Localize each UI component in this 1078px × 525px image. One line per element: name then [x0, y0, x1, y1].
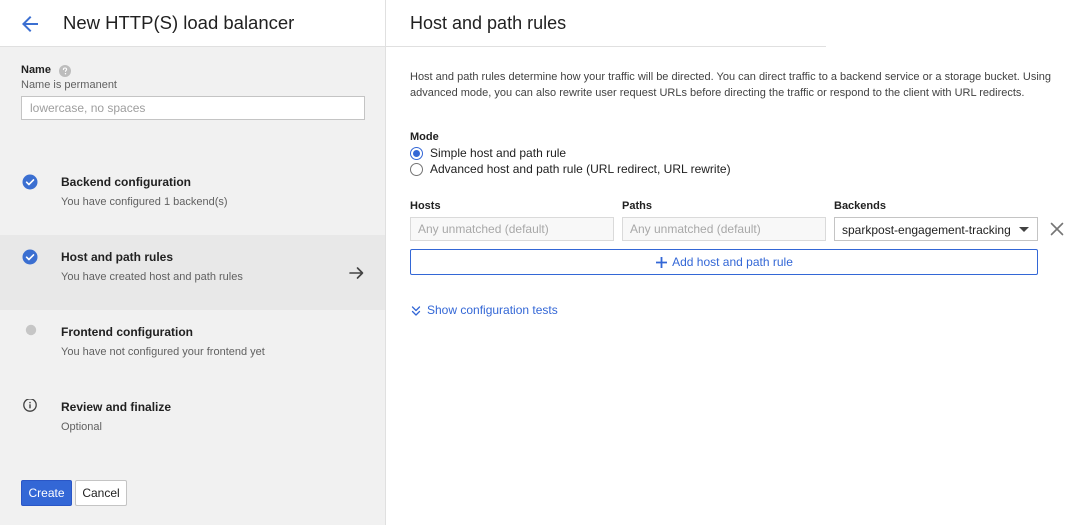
paths-input[interactable] — [622, 217, 826, 241]
hosts-label: Hosts — [410, 200, 441, 212]
step-subtitle: Optional — [61, 421, 102, 433]
pending-dot-icon — [22, 324, 38, 340]
add-rule-label: Add host and path rule — [672, 255, 793, 269]
close-icon[interactable] — [1049, 221, 1065, 237]
step-title: Backend configuration — [61, 175, 192, 189]
back-arrow-icon[interactable] — [18, 12, 42, 36]
step-subtitle: You have not configured your frontend ye… — [61, 346, 265, 358]
header-divider — [386, 46, 826, 47]
help-icon[interactable] — [58, 64, 71, 77]
step-backend-configuration[interactable]: Backend configuration You have configure… — [0, 160, 385, 235]
plus-icon — [655, 256, 668, 269]
step-title: Review and finalize — [61, 400, 172, 414]
show-configuration-tests-link[interactable]: Show configuration tests — [410, 303, 558, 317]
arrow-right-icon — [347, 263, 367, 283]
step-frontend-configuration[interactable]: Frontend configuration You have not conf… — [0, 310, 385, 385]
step-subtitle: You have configured 1 backend(s) — [61, 196, 228, 208]
cancel-button[interactable]: Cancel — [75, 480, 127, 506]
add-rule-inner: Add host and path rule — [655, 255, 793, 269]
radio-label: Advanced host and path rule (URL redirec… — [430, 162, 731, 176]
step-host-and-path-rules[interactable]: Host and path rules You have created hos… — [0, 235, 385, 310]
name-label-row: Name — [21, 64, 71, 77]
hosts-input[interactable] — [410, 217, 614, 241]
step-title: Frontend configuration — [61, 325, 193, 339]
radio-label: Simple host and path rule — [430, 146, 567, 160]
name-input[interactable] — [21, 96, 365, 120]
info-icon — [22, 398, 38, 415]
caret-down-icon — [1019, 227, 1029, 232]
create-button[interactable]: Create — [21, 480, 72, 506]
page-title: New HTTP(S) load balancer — [63, 12, 295, 33]
name-label: Name — [21, 64, 51, 76]
check-circle-icon — [22, 174, 38, 190]
section-title: Host and path rules — [410, 13, 567, 33]
left-header: New HTTP(S) load balancer — [0, 0, 385, 47]
name-block: Name Name is permanent — [0, 48, 385, 135]
step-subtitle: You have created host and path rules — [61, 271, 243, 283]
check-circle-icon — [22, 249, 38, 265]
mode-label: Mode — [410, 131, 439, 143]
backend-select-value: sparkpost-engagement-tracking — [842, 223, 1011, 237]
add-host-and-path-rule-button[interactable]: Add host and path rule — [410, 249, 1038, 275]
configuration-tests-label: Show configuration tests — [427, 303, 558, 317]
chevron-down-icon — [410, 304, 422, 316]
backend-select[interactable]: sparkpost-engagement-tracking — [834, 217, 1038, 241]
paths-label: Paths — [622, 200, 652, 212]
mode-simple-radio[interactable]: Simple host and path rule — [410, 146, 566, 160]
left-panel: New HTTP(S) load balancer Name Name is p… — [0, 0, 386, 525]
backends-label: Backends — [834, 200, 886, 212]
radio-button[interactable] — [410, 162, 423, 176]
mode-advanced-radio[interactable]: Advanced host and path rule (URL redirec… — [410, 162, 731, 176]
name-hint: Name is permanent — [21, 79, 117, 91]
radio-button-checked[interactable] — [410, 146, 423, 160]
description: Host and path rules determine how your t… — [410, 71, 1051, 99]
step-title: Host and path rules — [61, 250, 174, 264]
step-review-and-finalize[interactable]: Review and finalize Optional — [0, 385, 385, 460]
